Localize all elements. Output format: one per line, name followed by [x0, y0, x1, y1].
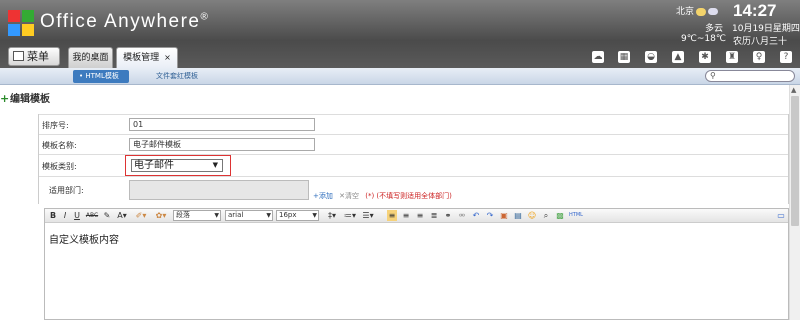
name-label: 模板名称: [42, 141, 77, 150]
hat-icon[interactable]: ◒ [645, 51, 657, 63]
clock-time: 14:27 [733, 1, 777, 20]
key-icon[interactable]: ♀ [753, 51, 765, 63]
align-left-icon[interactable]: ≡ [387, 210, 397, 221]
plus-icon: + [0, 92, 10, 105]
tab-template-manage[interactable]: 模板管理 × [116, 47, 178, 68]
editor-toolbar: B I U ABC ✎ A▾ ✐▾ ✿▾ 段落 ▼ arial ▼ 16px ▼ ‡▾… [45, 209, 788, 223]
row-type: 模板类别: 电子邮件 ▼ [39, 154, 788, 176]
scroll-up-icon[interactable]: ▲ [791, 86, 796, 94]
tab-my-desktop[interactable]: 我的桌面 [68, 47, 113, 68]
weather-city: 北京 [676, 4, 719, 17]
justify-icon[interactable]: ≣ [429, 210, 439, 221]
page-scrollbar[interactable]: ▲ [789, 85, 800, 320]
clock-date: 10月19日星期四 [732, 24, 800, 34]
row-dept: 适用部门: +添加 ✕清空 (*) (不填写则适用全体部门) [39, 176, 788, 204]
paragraph-select[interactable]: 段落 ▼ [173, 210, 221, 221]
toolbar-icons: ☁ ▦ ◒ ▲ ✱ ♜ ♀ ? [592, 51, 797, 65]
grid-icon[interactable]: ▦ [618, 51, 630, 63]
shirt-icon[interactable]: ♜ [726, 51, 738, 63]
dept-actions: +添加 ✕清空 (*) (不填写则适用全体部门) [313, 191, 452, 201]
cloud-icon[interactable]: ☁ [592, 51, 604, 63]
clear-dept-link[interactable]: ✕清空 [339, 192, 359, 200]
editor-content[interactable]: 自定义模板内容 [49, 231, 119, 246]
fullscreen-icon[interactable]: ▩ [555, 210, 565, 221]
search-icon: ⚲ [710, 71, 716, 80]
line-height-icon[interactable]: ‡▾ [325, 210, 339, 221]
chevron-down-icon: ▼ [214, 212, 219, 219]
rich-text-editor: B I U ABC ✎ A▾ ✐▾ ✿▾ 段落 ▼ arial ▼ 16px ▼ ‡▾… [44, 208, 789, 320]
format-painter-icon[interactable]: ✿▾ [153, 210, 169, 221]
close-icon[interactable]: × [164, 53, 171, 62]
add-dept-link[interactable]: +添加 [313, 192, 333, 200]
chevron-down-icon: ▼ [212, 161, 218, 169]
weather-temp: 9℃~18℃ [681, 34, 726, 44]
font-select[interactable]: arial ▼ [225, 210, 273, 221]
maximize-icon[interactable]: ▭ [776, 210, 786, 221]
underline-button[interactable]: U [72, 210, 82, 221]
page-title: +编辑模板 [0, 92, 50, 105]
dept-note: (*) (不填写则适用全体部门) [365, 192, 452, 200]
template-form: 排序号: 01 模板名称: 电子邮件模板 模板类别: 电子邮件 ▼ 适用部门: +… [38, 114, 789, 204]
office-logo-icon [8, 10, 34, 36]
scrollbar-thumb[interactable] [791, 96, 799, 226]
table-icon[interactable]: ▤ [513, 210, 523, 221]
brand-name: Office Anywhere® [40, 11, 210, 32]
clock-lunar: 农历八月三十 [733, 37, 788, 47]
dept-label: 适用部门: [49, 186, 84, 195]
name-input[interactable]: 电子邮件模板 [129, 138, 315, 151]
find-icon[interactable]: ⌕ [541, 210, 551, 221]
sun-icon [696, 7, 707, 16]
align-center-icon[interactable]: ≡ [401, 210, 411, 221]
chevron-down-icon: ▼ [312, 212, 317, 219]
link-icon[interactable]: ⚭ [443, 210, 453, 221]
image-icon[interactable]: ▣ [499, 210, 509, 221]
question-icon[interactable]: ? [780, 51, 792, 63]
sort-label: 排序号: [42, 121, 69, 130]
type-label: 模板类别: [42, 162, 77, 171]
font-size-select[interactable]: 16px ▼ [276, 210, 319, 221]
highlight-icon[interactable]: ✐▾ [133, 210, 149, 221]
html-source-icon[interactable]: HTML [569, 210, 583, 221]
search-input[interactable]: ⚲ [705, 70, 795, 82]
weather-condition: 多云 [705, 24, 724, 34]
subtab-html-template[interactable]: • HTML模板 [73, 70, 129, 83]
font-color-icon[interactable]: A▾ [115, 210, 129, 221]
cloud-icon [708, 8, 719, 15]
bold-button[interactable]: B [48, 210, 58, 221]
ordered-list-icon[interactable]: ≔▾ [343, 210, 357, 221]
redo-icon[interactable]: ↷ [485, 210, 495, 221]
upload-icon[interactable]: ▲ [672, 51, 684, 63]
top-header: Office Anywhere® 北京 多云 9℃~18℃ 14:27 10月1… [0, 0, 800, 68]
eraser-icon[interactable]: ✎ [102, 210, 112, 221]
undo-icon[interactable]: ↶ [471, 210, 481, 221]
chevron-down-icon: ▼ [266, 212, 271, 219]
sort-input[interactable]: 01 [129, 118, 315, 131]
menu-button[interactable]: 菜单 [8, 47, 60, 66]
dept-textarea[interactable] [129, 180, 309, 200]
row-name: 模板名称: 电子邮件模板 [39, 134, 788, 154]
row-sort: 排序号: 01 [39, 114, 788, 134]
gear-icon[interactable]: ✱ [699, 51, 711, 63]
strike-button[interactable]: ABC [84, 210, 100, 221]
subtab-red-template[interactable]: 文件套红模板 [156, 70, 198, 83]
unordered-list-icon[interactable]: ☰▾ [361, 210, 375, 221]
home-icon [13, 51, 24, 61]
italic-button[interactable]: I [60, 210, 70, 221]
emoji-icon[interactable]: ☺ [527, 210, 537, 221]
align-right-icon[interactable]: ≡ [415, 210, 425, 221]
unlink-icon[interactable]: ⚮ [457, 210, 467, 221]
type-select[interactable]: 电子邮件 ▼ [131, 159, 223, 172]
